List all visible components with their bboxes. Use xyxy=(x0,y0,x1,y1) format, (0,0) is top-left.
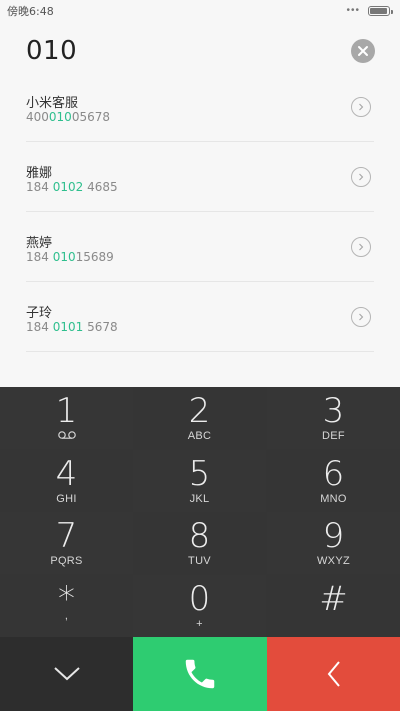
phone-icon xyxy=(185,659,215,689)
key-0[interactable]: 0 + xyxy=(133,575,266,637)
contact-name: 小米客服 xyxy=(26,96,79,111)
key-digit: 5 xyxy=(188,454,211,494)
key-letters: TUV xyxy=(188,555,211,567)
contact-row[interactable]: 燕婷 184 01015689 xyxy=(0,212,400,282)
contact-detail-button[interactable] xyxy=(351,97,371,117)
key-digit: 8 xyxy=(188,516,211,556)
match-highlight: 010 xyxy=(52,250,76,264)
contact-name: 子玲 xyxy=(26,306,53,321)
contact-number: 184 0102 4685 xyxy=(26,180,118,194)
key-letters: ABC xyxy=(187,430,212,442)
clear-icon xyxy=(358,46,368,56)
status-bar: 傍晚6:48 ••• xyxy=(0,0,400,22)
key-digit: 4 xyxy=(55,454,78,494)
contact-detail-button[interactable] xyxy=(351,307,371,327)
key-digit: 3 xyxy=(322,391,345,431)
dial-number-display[interactable]: 010 xyxy=(26,36,77,66)
key-letters: MNO xyxy=(320,493,347,505)
key-2[interactable]: 2 ABC xyxy=(133,387,266,449)
contact-detail-button[interactable] xyxy=(351,167,371,187)
chevron-right-icon xyxy=(359,103,364,111)
key-1[interactable]: 1 xyxy=(0,387,133,449)
key-digit: 1 xyxy=(55,391,78,431)
key-9[interactable]: 9 WXYZ xyxy=(267,512,400,574)
key-3[interactable]: 3 DEF xyxy=(267,387,400,449)
chevron-down-icon xyxy=(53,667,80,681)
divider xyxy=(26,351,374,352)
call-button[interactable] xyxy=(133,637,267,711)
key-digit: 9 xyxy=(322,516,345,556)
voicemail-icon xyxy=(57,431,76,439)
key-5[interactable]: 5 JKL xyxy=(133,450,266,512)
key-hash[interactable]: # xyxy=(267,575,400,637)
delete-button[interactable] xyxy=(267,637,400,711)
contact-number: 184 01015689 xyxy=(26,250,114,264)
battery-icon xyxy=(368,6,393,16)
contact-row[interactable]: 雅娜 184 0102 4685 xyxy=(0,142,400,212)
chevron-right-icon xyxy=(359,173,364,181)
contact-name: 雅娜 xyxy=(26,166,53,181)
contact-results: 小米客服 40001005678 雅娜 184 0102 4685 燕婷 184… xyxy=(0,72,400,352)
chevron-right-icon xyxy=(359,243,364,251)
contact-number: 40001005678 xyxy=(26,110,110,124)
status-time: 傍晚6:48 xyxy=(7,5,54,18)
key-letters: WXYZ xyxy=(317,555,350,567)
key-letters: , xyxy=(64,610,69,622)
contact-name: 燕婷 xyxy=(26,236,53,251)
match-highlight: 0102 xyxy=(52,180,84,194)
match-highlight: 010 xyxy=(48,110,72,124)
key-6[interactable]: 6 MNO xyxy=(267,450,400,512)
key-star[interactable]: * , xyxy=(0,575,133,637)
notification-dots: ••• xyxy=(346,5,360,16)
battery-fill xyxy=(370,8,388,14)
key-digit: 6 xyxy=(322,454,345,494)
key-4[interactable]: 4 GHI xyxy=(0,450,133,512)
key-8[interactable]: 8 TUV xyxy=(133,512,266,574)
status-icons: ••• xyxy=(346,5,393,16)
key-digit: # xyxy=(319,579,348,619)
key-digit: 2 xyxy=(188,391,211,431)
key-letters: DEF xyxy=(322,430,345,442)
collapse-keypad-button[interactable] xyxy=(0,637,133,711)
key-letters: PQRS xyxy=(50,555,83,567)
dialer-action-bar xyxy=(0,637,400,711)
key-letters: JKL xyxy=(189,493,210,505)
contact-detail-button[interactable] xyxy=(351,237,371,257)
dial-input-row: 010 xyxy=(0,28,400,78)
match-highlight: 0101 xyxy=(52,320,84,334)
dial-keypad: 1 2 ABC 3 DEF 4 GHI 5 JKL 6 MNO 7 PQRS 8… xyxy=(0,387,400,637)
key-digit: 0 xyxy=(188,579,211,619)
key-7[interactable]: 7 PQRS xyxy=(0,512,133,574)
key-letters: + xyxy=(196,618,203,630)
contact-row[interactable]: 子玲 184 0101 5678 xyxy=(0,282,400,352)
key-letters: GHI xyxy=(56,493,77,505)
key-digit: 7 xyxy=(55,516,78,556)
chevron-right-icon xyxy=(359,313,364,321)
backspace-icon xyxy=(327,661,340,687)
contact-row[interactable]: 小米客服 40001005678 xyxy=(0,72,400,142)
clear-button[interactable] xyxy=(351,39,375,63)
contact-number: 184 0101 5678 xyxy=(26,320,118,334)
